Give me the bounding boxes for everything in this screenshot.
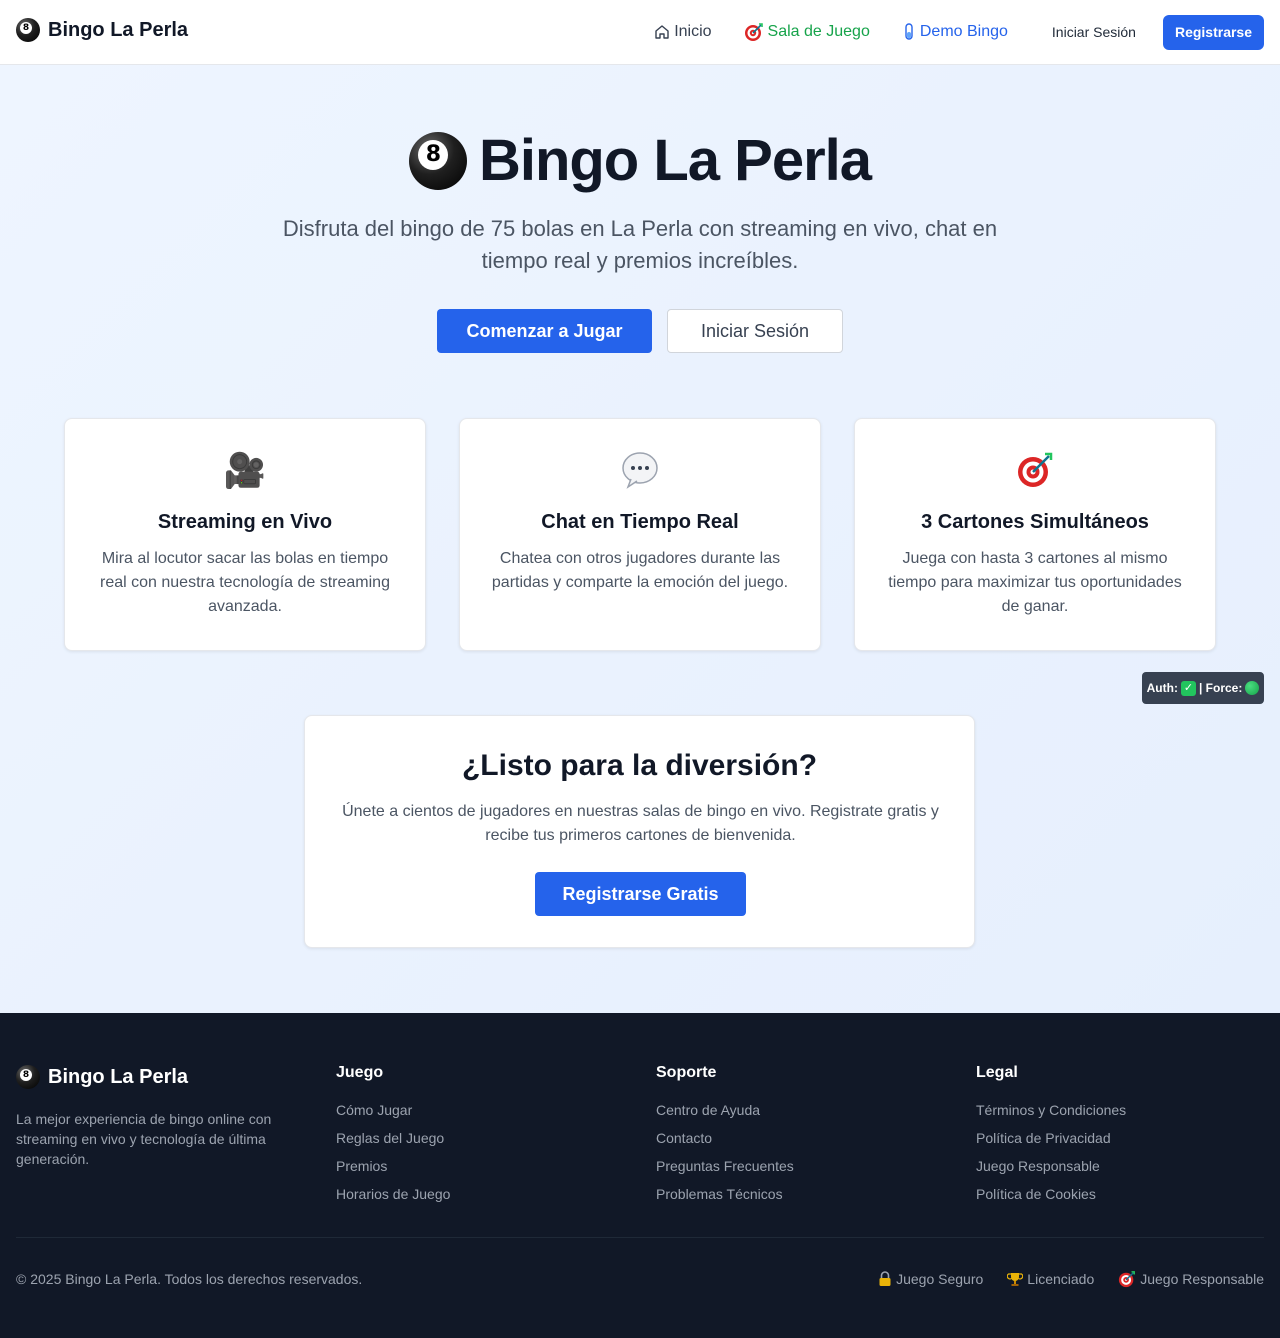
cta-desc: Únete a cientos de jugadores en nuestras… [342, 803, 939, 844]
nav-login-link[interactable]: Iniciar Sesión [1052, 24, 1136, 40]
footer-column-soporte: Soporte Centro de Ayuda Contacto Pregunt… [656, 1064, 794, 1212]
footer-link[interactable]: Preguntas Frecuentes [656, 1156, 794, 1184]
speech-bubble-icon [460, 451, 820, 498]
hero-subtitle: Disfruta del bingo de 75 bolas en La Per… [282, 216, 998, 273]
footer-link[interactable]: Juego Responsable [976, 1156, 1126, 1184]
footer-link[interactable]: Problemas Técnicos [656, 1184, 794, 1212]
footer-column-title: Soporte [656, 1064, 717, 1081]
target-icon [855, 451, 1215, 498]
footer-badges: Juego Seguro Licenciado Juego Responsabl… [878, 1270, 1264, 1288]
start-playing-button[interactable]: Comenzar a Jugar [437, 309, 652, 353]
hero-section: 8 Bingo La Perla Disfruta del bingo de 7… [0, 65, 1280, 1013]
hero-title: 8 Bingo La Perla [0, 127, 1280, 194]
green-circle-icon [1245, 681, 1260, 695]
lock-icon [879, 1271, 891, 1286]
8-ball-icon: 8 [408, 131, 467, 190]
hero-login-button[interactable]: Iniciar Sesión [667, 309, 843, 353]
footer-divider [16, 1237, 1264, 1238]
footer-link[interactable]: Horarios de Juego [336, 1184, 450, 1212]
feature-card-streaming: 🎥 Streaming en Vivo Mira al locutor saca… [64, 418, 426, 651]
footer-link[interactable]: Contacto [656, 1128, 794, 1156]
footer-tagline: La mejor experiencia de bingo online con… [16, 1111, 272, 1167]
trophy-icon [1007, 1273, 1024, 1286]
footer-column-legal: Legal Términos y Condiciones Política de… [976, 1064, 1126, 1212]
footer: 8 Bingo La Perla La mejor experiencia de… [0, 1013, 1280, 1338]
feature-title: Streaming en Vivo [157, 511, 333, 533]
footer-link[interactable]: Política de Privacidad [976, 1128, 1126, 1156]
brand-name: Bingo La Perla [48, 18, 189, 41]
test-tube-icon [905, 23, 913, 40]
footer-link[interactable]: Términos y Condiciones [976, 1100, 1126, 1128]
register-free-button[interactable]: Registrarse Gratis [535, 872, 746, 916]
nav-link-inicio[interactable]: Inicio [654, 23, 712, 41]
nav-link-demo-bingo[interactable]: Demo Bingo [902, 23, 1008, 41]
cta-card: ¿Listo para la diversión? Únete a ciento… [304, 715, 975, 948]
footer-link[interactable]: Reglas del Juego [336, 1128, 450, 1156]
footer-column-title: Juego [336, 1064, 384, 1081]
footer-link[interactable]: Cómo Jugar [336, 1100, 450, 1128]
badge-licenciado: Licenciado [1007, 1270, 1094, 1288]
8-ball-icon: 8 [16, 18, 40, 42]
feature-title: 3 Cartones Simultáneos [921, 511, 1149, 533]
auth-status-badge: Auth: ✓ | Force: [1142, 672, 1264, 704]
feature-desc: Chatea con otros jugadores durante las p… [491, 550, 789, 591]
brand-logo[interactable]: 8 Bingo La Perla [16, 18, 188, 42]
feature-desc: Juega con hasta 3 cartones al mismo tiem… [888, 550, 1182, 615]
footer-brand: 8 Bingo La Perla [16, 1065, 188, 1089]
top-navbar: 8 Bingo La Perla Inicio Sala de Juego De… [0, 0, 1280, 65]
checkmark-icon: ✓ [1180, 680, 1196, 696]
footer-link[interactable]: Centro de Ayuda [656, 1100, 794, 1128]
footer-link[interactable]: Premios [336, 1156, 450, 1184]
8-ball-icon: 8 [16, 1065, 40, 1089]
badge-juego-seguro: Juego Seguro [878, 1270, 983, 1288]
movie-camera-icon: 🎥 [223, 451, 267, 491]
footer-link[interactable]: Política de Cookies [976, 1184, 1126, 1212]
copyright-text: © 2025 Bingo La Perla. Todos los derecho… [16, 1271, 363, 1287]
target-icon [744, 23, 763, 41]
nav-links: Inicio Sala de Juego Demo Bingo Iniciar … [654, 14, 1264, 50]
feature-desc: Mira al locutor sacar las bolas en tiemp… [100, 550, 390, 615]
footer-column-juego: Juego Cómo Jugar Reglas del Juego Premio… [336, 1064, 450, 1212]
target-icon [1119, 1271, 1136, 1288]
home-icon [655, 25, 669, 39]
feature-card-cartones: 3 Cartones Simultáneos Juega con hasta 3… [854, 418, 1216, 651]
badge-juego-responsable: Juego Responsable [1118, 1270, 1264, 1288]
nav-link-sala-de-juego[interactable]: Sala de Juego [744, 22, 870, 42]
feature-card-chat: Chat en Tiempo Real Chatea con otros jug… [459, 418, 821, 651]
cta-title: ¿Listo para la diversión? [461, 749, 818, 782]
nav-register-button[interactable]: Registrarse [1162, 14, 1264, 50]
footer-column-title: Legal [976, 1064, 1018, 1081]
feature-title: Chat en Tiempo Real [541, 511, 739, 533]
